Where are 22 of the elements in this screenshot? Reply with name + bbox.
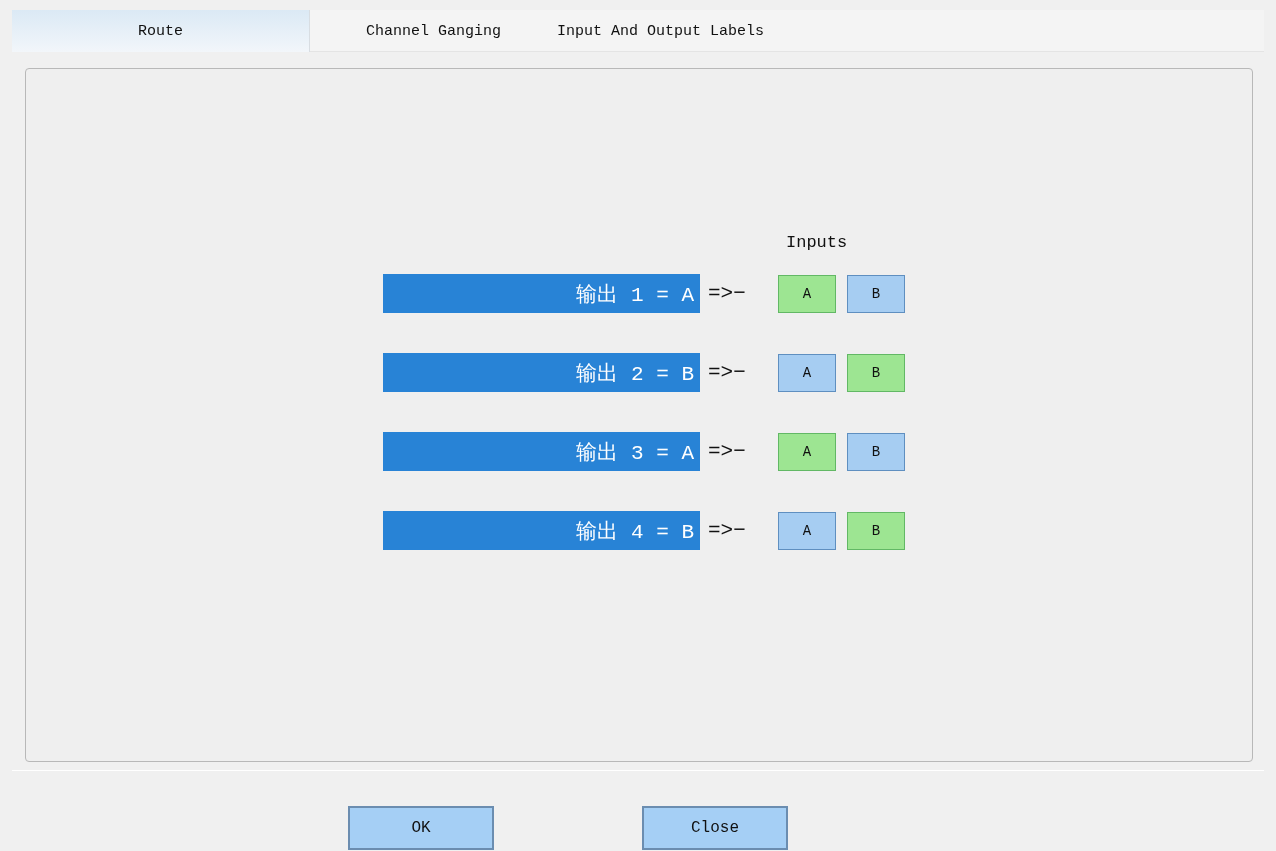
output-label: 输出 3 = A xyxy=(383,432,700,471)
input-button[interactable]: B xyxy=(847,274,905,313)
route-arrow: =>− xyxy=(708,440,747,463)
input-button[interactable]: B xyxy=(847,353,905,392)
output-label: 输出 1 = A xyxy=(383,274,700,313)
input-button[interactable]: A xyxy=(778,511,836,550)
route-arrow: =>− xyxy=(708,519,747,542)
input-button[interactable]: B xyxy=(847,511,905,550)
input-button[interactable]: A xyxy=(778,274,836,313)
inputs-label: Inputs xyxy=(786,233,848,254)
tab[interactable]: Input And Output Labels xyxy=(529,10,793,52)
tab[interactable]: Route xyxy=(12,10,310,52)
tab[interactable]: Channel Ganging xyxy=(338,10,530,52)
input-button[interactable]: A xyxy=(778,353,836,392)
route-arrow: =>− xyxy=(708,282,747,305)
input-button[interactable]: A xyxy=(778,432,836,471)
output-label: 输出 2 = B xyxy=(383,353,700,392)
input-button[interactable]: B xyxy=(847,432,905,471)
ok-button[interactable]: OK xyxy=(348,806,494,850)
output-label: 输出 4 = B xyxy=(383,511,700,550)
close-button[interactable]: Close xyxy=(642,806,788,850)
route-arrow: =>− xyxy=(708,361,747,384)
